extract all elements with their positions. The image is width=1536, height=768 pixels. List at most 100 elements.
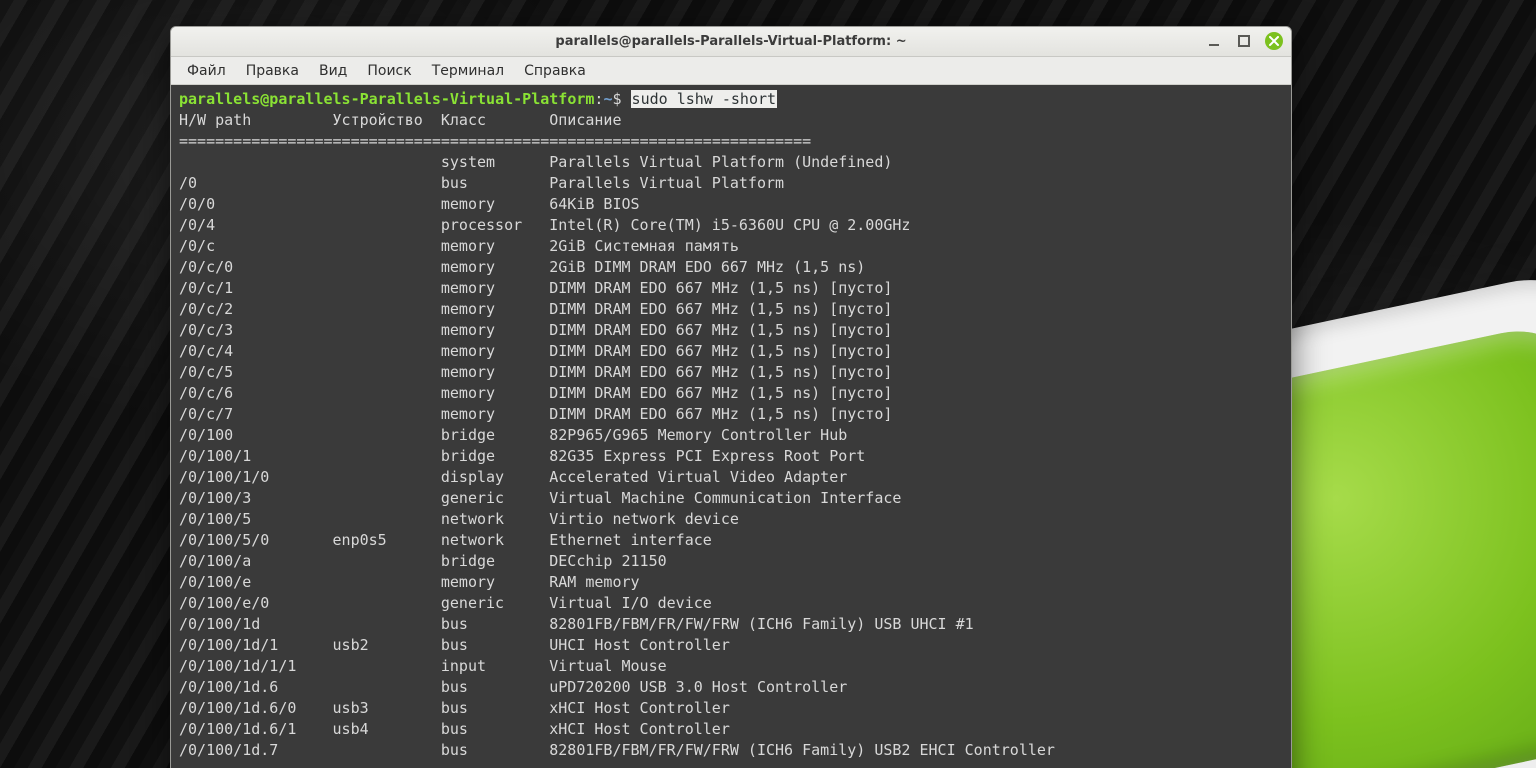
menu-search[interactable]: Поиск (357, 59, 421, 83)
table-row: /0/100/5 network Virtio network device (179, 509, 1283, 530)
cell-device (333, 257, 441, 278)
table-row: /0/100 bridge 82P965/G965 Memory Control… (179, 425, 1283, 446)
terminal-viewport[interactable]: parallels@parallels-Parallels-Virtual-Pl… (171, 85, 1291, 768)
cell-hw-path: /0/100/1d.6/0 (179, 698, 333, 719)
cell-class: bus (441, 635, 549, 656)
cell-class: bus (441, 614, 549, 635)
cell-description: DIMM DRAM EDO 667 MHz (1,5 ns) [пусто] (549, 299, 892, 320)
cell-hw-path: /0/c/4 (179, 341, 333, 362)
cell-device (333, 236, 441, 257)
window-minimize-button[interactable] (1205, 32, 1223, 50)
cell-device: usb3 (333, 698, 441, 719)
cell-device (333, 740, 441, 761)
menu-help[interactable]: Справка (514, 59, 596, 83)
table-row: /0/0 memory 64KiB BIOS (179, 194, 1283, 215)
cell-class: bridge (441, 446, 549, 467)
table-row: /0/100/a bridge DECchip 21150 (179, 551, 1283, 572)
cell-description: 82801FB/FBM/FR/FW/FRW (ICH6 Family) USB … (549, 614, 973, 635)
cell-hw-path: /0/100/1d.7 (179, 740, 333, 761)
cell-hw-path: /0/0 (179, 194, 333, 215)
cell-device (333, 152, 441, 173)
cell-class: input (441, 656, 549, 677)
cell-description: Accelerated Virtual Video Adapter (549, 467, 847, 488)
cell-device (333, 215, 441, 236)
cell-class: system (441, 152, 549, 173)
cell-description: DIMM DRAM EDO 667 MHz (1,5 ns) [пусто] (549, 320, 892, 341)
cell-hw-path: /0/100/e/0 (179, 593, 333, 614)
cell-class: network (441, 509, 549, 530)
cell-class: bridge (441, 551, 549, 572)
cell-description: 2GiB Системная память (549, 236, 739, 257)
cell-device (333, 488, 441, 509)
cell-device (333, 278, 441, 299)
header-description: Описание (549, 110, 621, 131)
cell-description: Parallels Virtual Platform (Undefined) (549, 152, 892, 173)
cell-class: display (441, 467, 549, 488)
table-row: /0/c memory 2GiB Системная память (179, 236, 1283, 257)
menu-edit[interactable]: Правка (236, 59, 309, 83)
cell-hw-path: /0/100/1 (179, 446, 333, 467)
prompt-userhost: parallels@parallels-Parallels-Virtual-Pl… (179, 90, 594, 108)
header-device: Устройство (333, 110, 441, 131)
cell-device (333, 299, 441, 320)
table-row: /0/c/6 memory DIMM DRAM EDO 667 MHz (1,5… (179, 383, 1283, 404)
cell-class: bridge (441, 425, 549, 446)
cell-device (333, 194, 441, 215)
close-icon (1269, 36, 1279, 46)
cell-description: DIMM DRAM EDO 667 MHz (1,5 ns) [пусто] (549, 404, 892, 425)
window-title: parallels@parallels-Parallels-Virtual-Pl… (555, 34, 906, 49)
cell-description: 64KiB BIOS (549, 194, 639, 215)
cell-class: memory (441, 194, 549, 215)
cell-hw-path: /0/c/1 (179, 278, 333, 299)
prompt-dollar: $ (612, 90, 630, 108)
table-divider: ========================================… (179, 131, 1283, 152)
cell-hw-path: /0/100/1d (179, 614, 333, 635)
cell-description: 82801FB/FBM/FR/FW/FRW (ICH6 Family) USB2… (549, 740, 1055, 761)
menu-view[interactable]: Вид (309, 59, 357, 83)
cell-description: xHCI Host Controller (549, 719, 730, 740)
cell-device (333, 320, 441, 341)
cell-device (333, 572, 441, 593)
cell-device (333, 551, 441, 572)
table-row: /0/c/1 memory DIMM DRAM EDO 667 MHz (1,5… (179, 278, 1283, 299)
cell-device (333, 425, 441, 446)
minimize-icon (1207, 34, 1221, 48)
cell-device (333, 467, 441, 488)
menu-terminal[interactable]: Терминал (422, 59, 514, 83)
cell-hw-path: /0/100/1/0 (179, 467, 333, 488)
cell-hw-path: /0/100/1d.6/1 (179, 719, 333, 740)
cell-description: 82G35 Express PCI Express Root Port (549, 446, 865, 467)
table-row: /0/4 processor Intel(R) Core(TM) i5-6360… (179, 215, 1283, 236)
table-row: /0/100/1 bridge 82G35 Express PCI Expres… (179, 446, 1283, 467)
cell-description: uPD720200 USB 3.0 Host Controller (549, 677, 847, 698)
command-text: sudo lshw -short (631, 90, 778, 108)
header-class: Класс (441, 110, 549, 131)
header-hw-path: H/W path (179, 110, 333, 131)
cell-hw-path: /0/c/7 (179, 404, 333, 425)
table-body: system Parallels Virtual Platform (Undef… (179, 152, 1283, 761)
cell-class: memory (441, 341, 549, 362)
table-row: /0/100/e memory RAM memory (179, 572, 1283, 593)
cell-class: memory (441, 404, 549, 425)
table-row: /0/c/3 memory DIMM DRAM EDO 667 MHz (1,5… (179, 320, 1283, 341)
table-row: /0/c/4 memory DIMM DRAM EDO 667 MHz (1,5… (179, 341, 1283, 362)
cell-class: bus (441, 698, 549, 719)
cell-device (333, 341, 441, 362)
menu-file[interactable]: Файл (177, 59, 236, 83)
cell-device (333, 509, 441, 530)
cell-hw-path (179, 152, 333, 173)
window-titlebar[interactable]: parallels@parallels-Parallels-Virtual-Pl… (171, 27, 1291, 57)
cell-description: Parallels Virtual Platform (549, 173, 784, 194)
cell-device (333, 593, 441, 614)
cell-class: bus (441, 740, 549, 761)
cell-class: memory (441, 299, 549, 320)
cell-device (333, 677, 441, 698)
window-maximize-button[interactable] (1235, 32, 1253, 50)
table-row: /0/100/1d bus 82801FB/FBM/FR/FW/FRW (ICH… (179, 614, 1283, 635)
cell-class: bus (441, 719, 549, 740)
cell-hw-path: /0/c/5 (179, 362, 333, 383)
cell-description: Virtio network device (549, 509, 739, 530)
table-row: /0/100/1d.6/1 usb4 bus xHCI Host Control… (179, 719, 1283, 740)
table-row: /0/100/e/0 generic Virtual I/O device (179, 593, 1283, 614)
window-close-button[interactable] (1265, 32, 1283, 50)
